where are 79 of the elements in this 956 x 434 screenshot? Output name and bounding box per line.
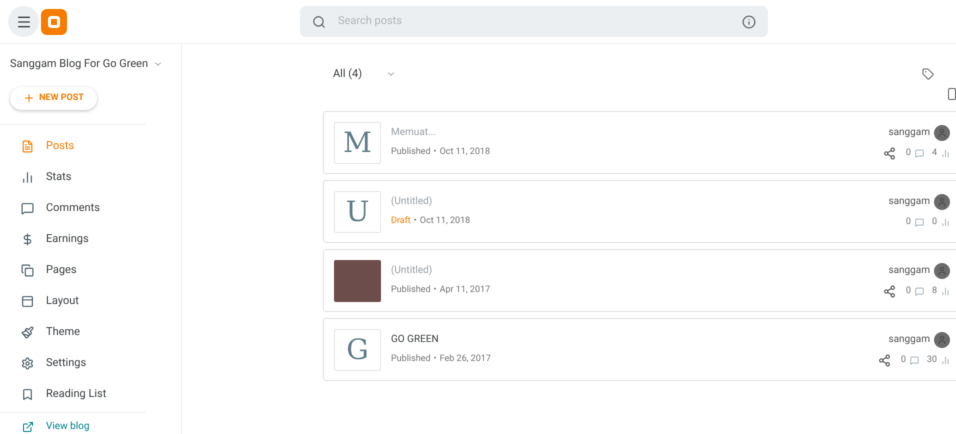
sidebar-item[interactable]: Stats [0,162,181,193]
paint-roller-icon [21,326,34,339]
filter-dropdown[interactable]: All (4) [333,66,396,82]
post-thumbnail: G [334,328,381,370]
sidebar-item[interactable]: Reading List [0,379,181,410]
post-card[interactable]: G GO GREEN Published • Feb 26, 2017 sanggam 0 30 [323,318,956,381]
select-all-checkbox[interactable] [948,88,956,100]
search-icon [312,14,326,28]
view-count: 8 [932,284,937,298]
comment-icon [910,356,919,365]
view-blog-link[interactable]: View blog [22,419,181,434]
avatar-icon [934,332,950,348]
comment-count: 0 [906,284,911,298]
bookmark-icon [21,388,34,401]
avatar-icon [934,262,950,279]
post-card[interactable]: U (Untitled) Draft • Oct 11, 2018 sanggam 0 0 [323,180,956,243]
post-status: Published [391,146,431,160]
post-status: Published [391,353,431,366]
plus-icon [23,92,36,104]
post-card[interactable]: M Memuat... Published • Oct 11, 2018 sanggam 0 4 [323,111,956,174]
search-input[interactable]: Search posts [338,13,730,30]
comment-icon [914,149,924,158]
comment-icon [914,287,924,296]
author-name: sanggam [888,333,930,348]
view-count: 30 [926,354,937,367]
sidebar-item[interactable]: Earnings [0,224,181,255]
bar-chart-icon [21,171,34,184]
settings-icon [21,357,34,370]
post-status: Published [391,284,431,298]
post-title[interactable]: GO GREEN [391,332,878,348]
menu-button[interactable] [8,6,39,37]
sidebar-item[interactable]: Comments [0,193,181,224]
separator-dot: • [434,284,437,298]
post-date: Oct 11, 2018 [420,215,470,228]
logo-icon [41,8,67,34]
avatar-icon [934,124,950,141]
share-icon[interactable] [882,285,896,298]
post-thumbnail: U [334,190,381,232]
menu-icon [16,14,32,30]
author-name: sanggam [888,264,930,278]
sidebar-item[interactable]: Pages [0,255,181,286]
sidebar-item[interactable]: Settings [0,348,181,379]
author-name: sanggam [888,195,930,210]
post-card[interactable]: (Untitled) Published • Apr 11, 2017 sanggam 0 8 [323,249,956,312]
external-link-icon [22,420,34,432]
share-icon[interactable] [882,147,896,160]
comment-icon [914,218,924,227]
post-thumbnail: M [334,122,381,164]
view-count: 0 [932,216,937,229]
post-date: Apr 11, 2017 [440,284,490,298]
separator-dot: • [434,146,437,160]
document-icon [21,140,34,153]
separator-dot: • [414,215,417,228]
sidebar-item[interactable]: Layout [0,286,181,317]
bar-chart-icon [941,218,950,227]
author-name: sanggam [888,126,930,140]
bar-chart-icon [941,356,950,365]
dollar-icon [21,233,34,246]
bar-chart-icon [941,149,950,158]
post-date: Feb 26, 2017 [440,353,491,366]
comment-count: 0 [906,146,911,160]
pages-icon [21,264,34,277]
view-count: 4 [932,146,937,160]
post-date: Oct 11, 2018 [440,146,490,160]
label-icon[interactable] [922,68,934,80]
comment-icon [21,202,34,215]
comment-count: 0 [906,216,911,229]
separator-dot: • [434,353,437,366]
photo-placeholder [334,260,381,302]
search-field[interactable]: Search posts [300,6,768,37]
share-icon[interactable] [878,354,891,367]
sidebar-item[interactable]: Theme [0,317,181,348]
layout-icon [21,295,34,308]
post-status: Draft [391,215,411,228]
avatar-icon [934,194,950,210]
bar-chart-icon [941,287,950,296]
blog-selector[interactable]: Sanggam Blog For Go Green [10,56,163,72]
info-icon[interactable] [742,14,756,28]
comment-count: 0 [900,354,906,367]
